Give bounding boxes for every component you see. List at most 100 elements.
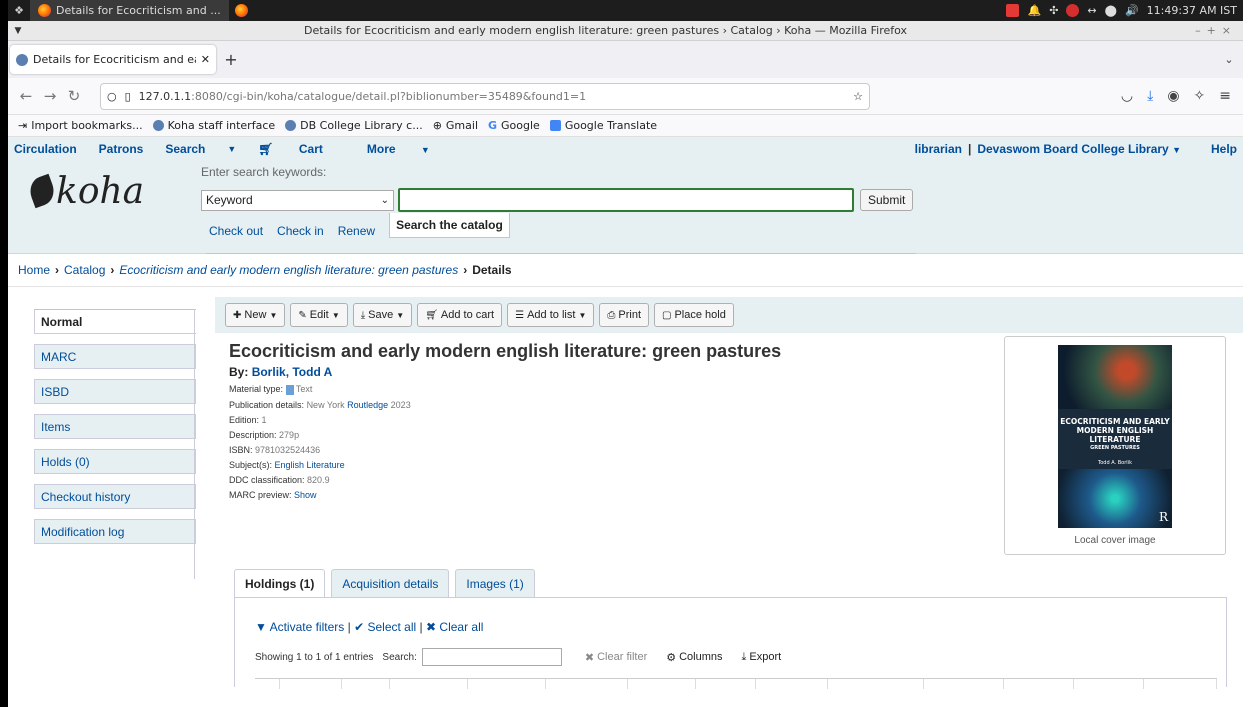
select-all-link[interactable]: ✔ Select all	[354, 620, 416, 634]
table-header-cell[interactable]	[924, 679, 1004, 689]
bookmark-import[interactable]: ⇥ Import bookmarks...	[18, 119, 143, 132]
new-button[interactable]: ✚ New ▼	[225, 303, 286, 327]
submit-button[interactable]: Submit	[860, 189, 914, 211]
table-header-cell[interactable]	[1074, 679, 1144, 689]
table-header-cell[interactable]	[342, 679, 390, 689]
table-header-cell[interactable]	[828, 679, 924, 689]
menu-hamburger-icon[interactable]: ≡	[1219, 88, 1231, 104]
breadcrumb-home[interactable]: Home	[18, 263, 50, 277]
tab-images[interactable]: Images (1)	[455, 569, 535, 598]
logged-in-user[interactable]: librarian	[915, 142, 962, 156]
table-search-input[interactable]	[421, 648, 562, 666]
page-icon[interactable]: ▯	[125, 90, 131, 103]
tab-check-out[interactable]: Check out	[209, 224, 263, 238]
table-header-cell[interactable]	[280, 679, 342, 689]
anydesk-tray-icon[interactable]	[1006, 4, 1020, 17]
sidebar-item-checkout-history[interactable]: Checkout history	[34, 484, 196, 509]
bookmark-db-college[interactable]: DB College Library c...	[285, 119, 423, 132]
table-header-cell[interactable]	[1004, 679, 1074, 689]
add-to-cart-button[interactable]: 🛒︎ Add to cart	[417, 303, 503, 327]
pocket-icon[interactable]: ◡	[1121, 88, 1133, 104]
tab-search-catalog[interactable]: Search the catalog	[389, 213, 510, 238]
window-title: Details for Ecocriticism and early moder…	[303, 24, 908, 37]
table-header-cell[interactable]	[756, 679, 828, 689]
nav-search[interactable]: Search	[165, 142, 205, 156]
tab-check-in[interactable]: Check in	[277, 224, 324, 238]
publisher-link[interactable]: Routledge	[347, 400, 388, 410]
nav-help[interactable]: Help	[1211, 142, 1237, 156]
marc-preview-show-link[interactable]: Show	[294, 490, 317, 500]
dropbox-tray-icon[interactable]: ✣	[1049, 4, 1058, 17]
window-menu-icon[interactable]: ▼	[8, 26, 28, 36]
sidebar-item-items[interactable]: Items	[34, 414, 196, 439]
save-button[interactable]: ⤓ Save ▼	[352, 303, 413, 327]
close-tab-icon[interactable]: ✕	[201, 53, 210, 66]
table-header-cell[interactable]	[628, 679, 696, 689]
author-link[interactable]: Borlik, Todd A	[252, 365, 333, 379]
sidebar-item-modification-log[interactable]: Modification log	[34, 519, 196, 544]
update-icon[interactable]: ⬤	[1105, 4, 1117, 17]
bookmark-google[interactable]: G Google	[488, 119, 540, 132]
table-header-cell[interactable]	[696, 679, 756, 689]
account-icon[interactable]: ◉	[1167, 88, 1179, 104]
caret-down-icon: ▼	[396, 310, 405, 320]
browser-tab[interactable]: Details for Ecocriticism and ea ✕	[10, 45, 216, 74]
bookmark-google-translate[interactable]: Google Translate	[549, 119, 657, 132]
clock[interactable]: 11:49:37 AM IST	[1147, 4, 1237, 17]
bookmark-star-icon[interactable]: ☆	[853, 90, 863, 103]
extensions-icon[interactable]: ✧	[1194, 88, 1206, 104]
back-arrow-icon[interactable]: ←	[14, 87, 38, 105]
sidebar-item-isbd[interactable]: ISBD	[34, 379, 196, 404]
bookmark-gmail[interactable]: ⊕ Gmail	[433, 119, 478, 132]
table-header-cell[interactable]	[1144, 679, 1217, 689]
volume-icon[interactable]: 🔊	[1125, 4, 1139, 17]
search-dropdown-caret-icon[interactable]: ▼	[227, 144, 236, 154]
sidebar-item-marc[interactable]: MARC	[34, 344, 196, 369]
edit-button[interactable]: ✎ Edit ▼	[290, 303, 348, 327]
tab-holdings[interactable]: Holdings (1)	[234, 569, 326, 598]
clear-filter-button[interactable]: ✖ Clear filter	[585, 651, 647, 664]
shield-icon[interactable]: ○	[107, 90, 117, 103]
app-menu-icon[interactable]: ❖	[8, 4, 30, 17]
url-text[interactable]: 127.0.1.1:8080/cgi-bin/koha/catalogue/de…	[139, 90, 845, 103]
network-icon[interactable]: ↔	[1087, 4, 1096, 17]
window-controls[interactable]: –+×	[1183, 24, 1243, 37]
firefox-launcher-icon[interactable]	[234, 4, 248, 17]
subject-link[interactable]: English Literature	[275, 460, 345, 470]
forward-arrow-icon[interactable]: →	[38, 87, 62, 105]
table-header-cell[interactable]	[468, 679, 546, 689]
search-input[interactable]	[398, 188, 854, 212]
tab-renew[interactable]: Renew	[338, 224, 375, 238]
taskbar-firefox-window[interactable]: Details for Ecocriticism and ...	[30, 0, 229, 21]
downloads-icon[interactable]: ⤓	[1147, 88, 1153, 104]
add-to-list-button[interactable]: ☰ Add to list ▼	[507, 303, 595, 327]
place-hold-button[interactable]: ▢ Place hold	[654, 303, 734, 327]
breadcrumb-catalog[interactable]: Catalog	[64, 263, 105, 277]
table-header-cell[interactable]	[390, 679, 468, 689]
book-cover-image[interactable]: ECOCRITICISM AND EARLY MODERN ENGLISH LI…	[1058, 345, 1172, 528]
columns-button[interactable]: ⚙ Columns	[666, 651, 722, 664]
notification-bell-icon[interactable]: 🔔	[1027, 4, 1041, 17]
mail-tray-icon[interactable]	[1066, 4, 1080, 17]
nav-patrons[interactable]: Patrons	[99, 142, 144, 156]
url-bar[interactable]: ○ ▯ 127.0.1.1:8080/cgi-bin/koha/catalogu…	[100, 82, 870, 110]
new-tab-button[interactable]: +	[216, 50, 246, 69]
clear-all-link[interactable]: ✖ Clear all	[426, 620, 483, 634]
search-type-select[interactable]: Keyword ⌄	[201, 189, 394, 211]
tab-acquisition-details[interactable]: Acquisition details	[331, 569, 450, 598]
activate-filters-link[interactable]: ▼ Activate filters	[255, 620, 344, 634]
nav-circulation[interactable]: Circulation	[14, 142, 77, 156]
export-button[interactable]: ⤓ Export	[742, 651, 782, 664]
library-selector[interactable]: Devaswom Board College Library ▼	[977, 142, 1181, 156]
nav-cart[interactable]: 🛒︎ Cart	[258, 142, 345, 156]
sidebar-item-normal[interactable]: Normal	[34, 309, 196, 334]
bookmark-koha-staff[interactable]: Koha staff interface	[152, 119, 275, 132]
sidebar-item-holds[interactable]: Holds (0)	[34, 449, 196, 474]
nav-more[interactable]: More ▼	[367, 142, 452, 156]
koha-logo[interactable]: koha	[25, 171, 144, 212]
print-button[interactable]: ⎙ Print	[599, 303, 650, 327]
table-header-cell[interactable]	[546, 679, 628, 689]
breadcrumb-record[interactable]: Ecocriticism and early modern english li…	[119, 263, 458, 277]
list-tabs-chevron-icon[interactable]: ⌄	[1215, 53, 1243, 66]
reload-icon[interactable]: ↻	[62, 87, 86, 105]
